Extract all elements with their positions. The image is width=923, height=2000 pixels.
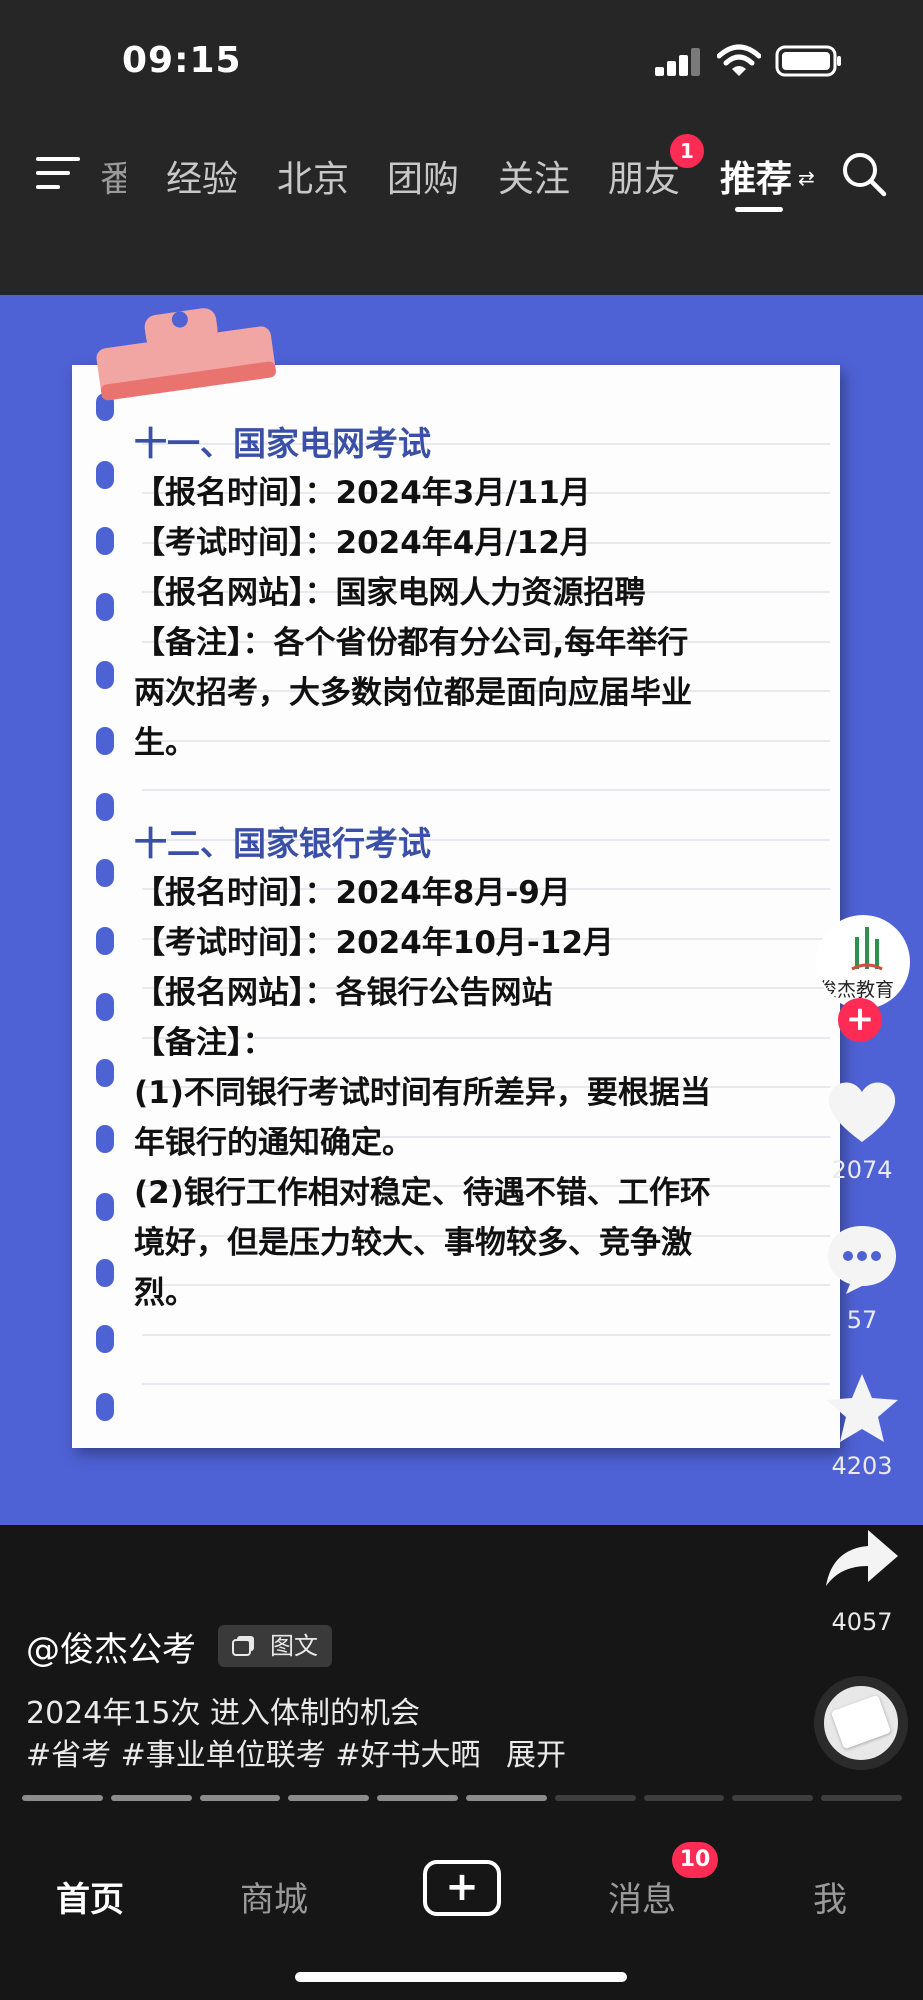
like-count: 2074 bbox=[831, 1156, 893, 1184]
friends-badge: 1 bbox=[670, 134, 704, 168]
tab-home[interactable]: 首页 bbox=[56, 1872, 124, 1921]
tab-following[interactable]: 关注 bbox=[498, 150, 570, 202]
favorite-star-icon[interactable] bbox=[822, 1368, 902, 1448]
hashtag-list[interactable]: #省考 #事业单位联考 #好书大晒 bbox=[26, 1738, 480, 1773]
section-11-line: 两次招考，大多数岗位都是面向应届毕业 bbox=[134, 675, 692, 711]
tab-friends[interactable]: 朋友 bbox=[608, 150, 680, 202]
section-12-line: (2)银行工作相对稳定、待遇不错、工作环 bbox=[134, 1175, 711, 1211]
progress-segment bbox=[110, 1795, 192, 1801]
section-11-line: 【考试时间】：2024年4月/12月 bbox=[134, 525, 591, 561]
tab-mall[interactable]: 商城 bbox=[240, 1872, 308, 1921]
section-12-line: 【报名网站】：各银行公告网站 bbox=[134, 975, 553, 1011]
search-icon[interactable] bbox=[840, 150, 888, 198]
active-tab-underline bbox=[735, 207, 783, 212]
section-12-line: 境好，但是压力较大、事物较多、竞争激 bbox=[134, 1225, 692, 1261]
progress-segment bbox=[554, 1795, 636, 1801]
menu-icon[interactable] bbox=[36, 155, 82, 191]
notebook-paper: 十一、国家电网考试 【报名时间】：2024年3月/11月 【考试时间】：2024… bbox=[72, 365, 840, 1448]
section-11-line: 【报名网站】：国家电网人力资源招聘 bbox=[134, 575, 646, 611]
share-count: 4057 bbox=[831, 1608, 893, 1636]
status-time: 09:15 bbox=[122, 40, 242, 81]
tab-recommend[interactable]: 推荐 bbox=[720, 150, 792, 202]
author-name[interactable]: @俊杰公考 bbox=[26, 1622, 196, 1671]
follow-button[interactable]: + bbox=[838, 998, 882, 1042]
paper-clip-icon bbox=[96, 308, 276, 401]
tab-experience[interactable]: 经验 bbox=[166, 150, 238, 202]
add-button[interactable]: + bbox=[423, 1860, 501, 1916]
tab-beijing[interactable]: 北京 bbox=[277, 150, 349, 202]
progress-segment bbox=[288, 1795, 370, 1801]
tab-me[interactable]: 我 bbox=[813, 1872, 847, 1921]
image-post-icon bbox=[232, 1636, 254, 1656]
tab-partial[interactable]: 番 bbox=[100, 150, 126, 202]
progress-segment bbox=[821, 1795, 902, 1801]
section-12-line: 烈。 bbox=[134, 1275, 196, 1311]
post-type-badge: 图文 bbox=[218, 1625, 332, 1667]
section-12-line: 【报名时间】：2024年8月-9月 bbox=[134, 875, 571, 911]
section-12-title: 十二、国家银行考试 bbox=[134, 824, 431, 863]
slide-progress bbox=[22, 1795, 902, 1801]
section-11-line: 【报名时间】：2024年3月/11月 bbox=[134, 475, 591, 511]
progress-segment bbox=[22, 1795, 103, 1801]
bottom-tab-bar: 首页 商城 + 消息 10 我 bbox=[0, 1822, 923, 2000]
like-icon[interactable] bbox=[822, 1072, 902, 1152]
status-bar: 09:15 bbox=[0, 0, 923, 120]
avatar-logo-icon bbox=[851, 927, 883, 971]
tab-group-buy[interactable]: 团购 bbox=[387, 150, 459, 202]
share-icon[interactable] bbox=[822, 1520, 902, 1600]
section-12-line: (1)不同银行考试时间有所差异，要根据当 bbox=[134, 1075, 711, 1111]
progress-segment bbox=[466, 1795, 547, 1801]
favorite-count: 4203 bbox=[831, 1452, 893, 1480]
section-12-line: 年银行的通知确定。 bbox=[134, 1125, 413, 1161]
messages-badge: 10 bbox=[672, 1842, 718, 1878]
section-11-title: 十一、国家电网考试 bbox=[134, 424, 431, 463]
switch-icon[interactable]: ⇄ bbox=[798, 166, 815, 190]
author-avatar[interactable]: 俊杰教育 bbox=[816, 915, 910, 1009]
music-disc[interactable] bbox=[814, 1676, 908, 1770]
wifi-icon bbox=[717, 44, 761, 76]
caption: 2024年15次 进入体制的机会 bbox=[26, 1696, 421, 1731]
progress-segment bbox=[199, 1795, 281, 1801]
home-indicator bbox=[295, 1972, 627, 1982]
comment-count: 57 bbox=[846, 1306, 878, 1334]
battery-icon bbox=[775, 45, 841, 77]
section-11-line: 生。 bbox=[134, 725, 196, 761]
post-type-label: 图文 bbox=[270, 1632, 318, 1660]
progress-segment bbox=[643, 1795, 725, 1801]
top-nav: 番 经验 北京 团购 关注 朋友 1 推荐 ⇄ bbox=[0, 120, 923, 295]
section-12-line: 【考试时间】：2024年10月-12月 bbox=[134, 925, 614, 961]
progress-segment bbox=[732, 1795, 814, 1801]
progress-segment bbox=[377, 1795, 458, 1801]
tab-messages[interactable]: 消息 bbox=[608, 1872, 676, 1921]
signal-icon bbox=[655, 48, 700, 76]
section-11-line: 【备注】：各个省份都有分公司,每年举行 bbox=[134, 625, 689, 661]
section-12-line: 【备注】： bbox=[134, 1025, 274, 1061]
hashtags: #省考 #事业单位联考 #好书大晒 展开 bbox=[26, 1730, 566, 1774]
expand-link[interactable]: 展开 bbox=[506, 1738, 566, 1773]
post-image[interactable]: 十一、国家电网考试 【报名时间】：2024年3月/11月 【考试时间】：2024… bbox=[0, 295, 923, 1525]
comment-icon[interactable] bbox=[822, 1218, 902, 1298]
